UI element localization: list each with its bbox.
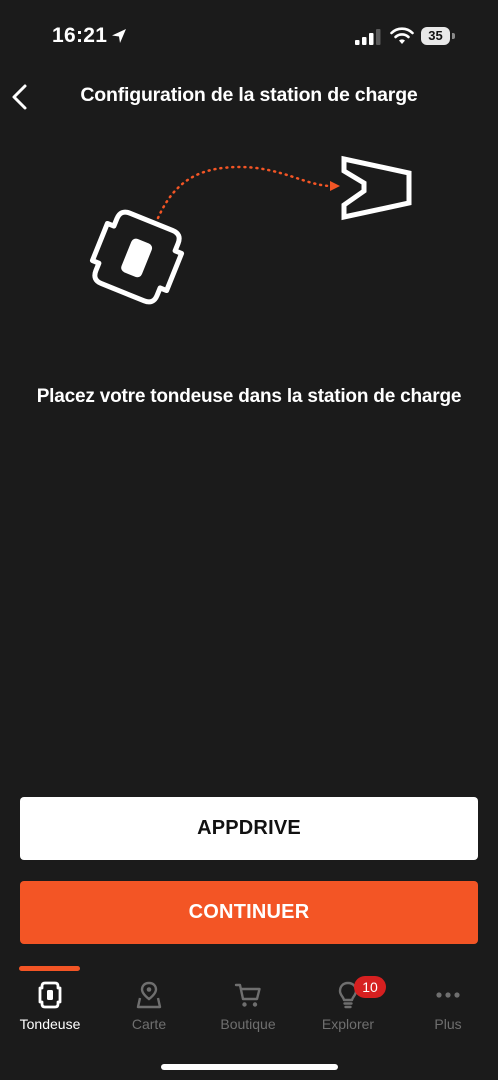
tab-explorer[interactable]: 10 Explorer xyxy=(298,976,398,1040)
tab-carte[interactable]: Carte xyxy=(99,980,199,1040)
location-arrow-icon xyxy=(112,29,126,43)
battery-cap xyxy=(452,33,455,39)
tab-bar: Tondeuse Carte Boutique 10 Explorer Plus xyxy=(0,962,498,1080)
cellular-signal-icon xyxy=(355,29,381,45)
tab-plus[interactable]: Plus xyxy=(398,980,498,1040)
mower-icon xyxy=(38,981,62,1009)
path-arrowhead xyxy=(330,181,340,191)
wifi-icon xyxy=(390,27,414,44)
tab-label: Plus xyxy=(434,1016,462,1032)
status-bar: 16:21 35 xyxy=(0,0,498,70)
tab-label: Explorer xyxy=(321,1016,375,1032)
tab-label: Boutique xyxy=(220,1016,276,1032)
notification-badge: 10 xyxy=(354,976,386,998)
nav-header: Configuration de la station de charge xyxy=(0,70,498,126)
mower-icon xyxy=(89,209,185,305)
back-button[interactable] xyxy=(6,80,36,114)
home-indicator[interactable] xyxy=(161,1064,338,1070)
mower-to-station-illustration xyxy=(89,155,412,305)
appdrive-button[interactable]: APPDRIVE xyxy=(20,797,478,860)
chevron-left-icon xyxy=(12,84,27,110)
charging-station-icon xyxy=(341,155,412,221)
cart-icon xyxy=(234,983,261,1007)
tab-label: Carte xyxy=(131,1016,167,1032)
tab-label: Tondeuse xyxy=(19,1016,81,1032)
continue-button[interactable]: CONTINUER xyxy=(20,881,478,944)
page-title: Configuration de la station de charge xyxy=(80,84,418,106)
tab-tondeuse[interactable]: Tondeuse xyxy=(0,980,100,1040)
more-dots-icon xyxy=(436,992,460,998)
instruction-text: Placez votre tondeuse dans la station de… xyxy=(36,386,462,407)
dotted-path-arrow xyxy=(156,165,332,220)
battery-icon: 35 xyxy=(421,27,450,45)
tab-boutique[interactable]: Boutique xyxy=(198,980,298,1040)
map-pin-icon xyxy=(136,981,162,1009)
active-tab-indicator xyxy=(19,966,80,971)
status-time: 16:21 xyxy=(52,24,108,47)
